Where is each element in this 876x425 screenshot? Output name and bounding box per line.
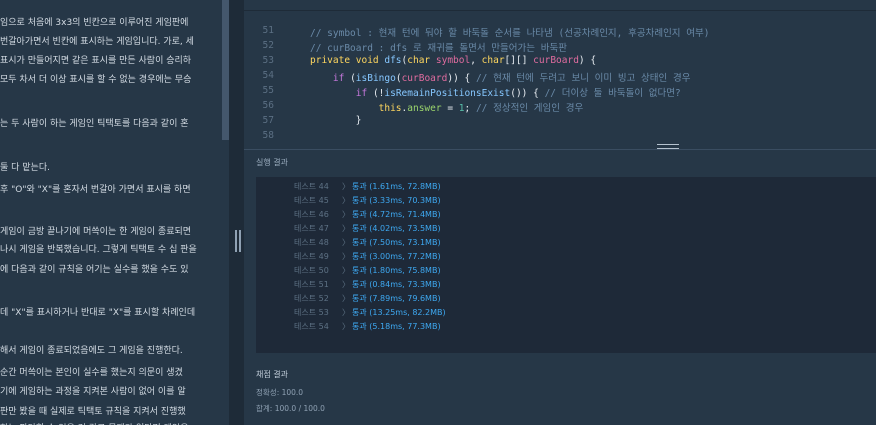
line-number: 56 (262, 100, 274, 111)
problem-text-line: 나시 게임을 반복했습니다. 그렇게 틱택토 수 십 판을 (0, 245, 197, 255)
test-result: 통과 (13.25ms, 82.2MB) (352, 308, 446, 317)
separator-icon: 〉 (342, 224, 350, 233)
test-result: 통과 (7.50ms, 73.1MB) (352, 238, 441, 247)
panel-divider[interactable] (229, 0, 244, 425)
problem-text-line: 게임이 금방 끝나기에 머쓱이는 한 게임이 종료되면 (0, 227, 192, 237)
test-name: 테스트 44 (294, 182, 329, 191)
test-result: 통과 (4.72ms, 71.4MB) (352, 210, 441, 219)
test-name: 테스트 49 (294, 252, 329, 261)
result-header: 실행 결과 (244, 149, 876, 178)
test-result: 통과 (5.18ms, 77.3MB) (352, 322, 441, 331)
code-text: // symbol : 현재 턴에 둬야 할 바둑돌 순서를 나타냄 (선공차례… (310, 28, 710, 39)
test-result: 통과 (1.80ms, 75.8MB) (352, 266, 441, 275)
problem-text-line: 해서 게임이 종료되었음에도 그 게임을 진행한다. (0, 346, 183, 356)
separator-icon: 〉 (342, 182, 350, 191)
test-name: 테스트 45 (294, 196, 329, 205)
test-results-list: 테스트 44 〉 통과 (1.61ms, 72.8MB) 테스트 45 〉 통과 (3.3… (256, 177, 876, 353)
problem-text-line: 둘 다 맡는다. (0, 163, 50, 173)
problem-text-line: 번갈아가면서 빈칸에 표시하는 게임입니다. 가로, 세 (0, 37, 194, 47)
grading-result: 채점 결과 정확성: 100.0 합계: 100.0 / 100.0 (244, 353, 876, 425)
code-text: } (310, 115, 362, 126)
problem-text-line: 판만 봤을 때 실제로 틱택토 규칙을 지켜서 진행했 (0, 407, 186, 417)
line-number: 54 (262, 70, 274, 81)
test-name: 테스트 48 (294, 238, 329, 247)
test-result: 통과 (4.02ms, 73.5MB) (352, 224, 441, 233)
result-title: 실행 결과 (256, 158, 288, 167)
test-result: 통과 (3.00ms, 77.2MB) (352, 252, 441, 261)
separator-icon: 〉 (342, 322, 350, 331)
code-text: this.answer = 1; // 정상적인 게임인 경우 (378, 103, 584, 114)
test-name: 테스트 47 (294, 224, 329, 233)
editor-top-border (244, 10, 876, 11)
grading-title: 채점 결과 (256, 370, 288, 379)
test-name: 테스트 46 (294, 210, 329, 219)
test-result: 통과 (3.33ms, 70.3MB) (352, 196, 441, 205)
line-number: 51 (262, 25, 274, 36)
separator-icon: 〉 (342, 266, 350, 275)
separator-icon: 〉 (342, 294, 350, 303)
test-name: 테스트 54 (294, 322, 329, 331)
line-number: 53 (262, 55, 274, 66)
problem-scrollbar[interactable] (222, 0, 229, 140)
test-name: 테스트 53 (294, 308, 329, 317)
line-number: 57 (262, 115, 274, 126)
separator-icon: 〉 (342, 210, 350, 219)
line-number: 55 (262, 85, 274, 96)
problem-text-line: 표시가 만들어지면 같은 표시를 만든 사람이 승리하 (0, 56, 192, 66)
code-editor[interactable]: 51 // symbol : 현재 턴에 둬야 할 바둑돌 순서를 나타냄 (선공… (244, 0, 876, 143)
problem-text-line: 는 두 사람이 하는 게임인 틱택토를 다음과 같이 혼 (0, 119, 189, 129)
separator-icon: 〉 (342, 238, 350, 247)
problem-text-line: 하는 판단할 수 있을 것 같고 문제가 없다면 게임을 (0, 421, 229, 425)
problem-text-line: 기에 게임하는 과정을 지켜본 사람이 없어 이를 알 (0, 387, 186, 397)
test-name: 테스트 51 (294, 280, 329, 289)
line-number: 58 (262, 130, 274, 141)
grading-total: 합계: 100.0 / 100.0 (256, 404, 325, 413)
separator-icon: 〉 (342, 280, 350, 289)
problem-text-line: 임으로 처음에 3x3의 빈칸으로 이루어진 게임판에 (0, 18, 189, 28)
code-text: if (!isRemainPositionsExist()) { // 더이상 … (355, 88, 681, 99)
problem-text-line: 에 다음과 같이 규칙을 어기는 실수를 했을 수도 있 (0, 265, 189, 275)
separator-icon: 〉 (342, 196, 350, 205)
test-name: 테스트 52 (294, 294, 329, 303)
code-text: if (isBingo(curBoard)) { // 현재 턴에 두려고 보니… (332, 73, 691, 84)
grading-accuracy: 정확성: 100.0 (256, 388, 304, 397)
problem-text-line: 데 "X"를 표시하거나 반대로 "X"를 표시할 차례인데 (0, 308, 196, 318)
problem-text-line: 모두 차서 더 이상 표시를 할 수 없는 경우에는 무승 (0, 75, 192, 85)
line-number: 52 (262, 40, 274, 51)
test-result: 통과 (0.84ms, 73.3MB) (352, 280, 441, 289)
divider-grip-icon[interactable] (235, 230, 241, 252)
code-text: // curBoard : dfs 로 재귀를 돌면서 만들어가는 바둑판 (310, 43, 567, 54)
test-name: 테스트 50 (294, 266, 329, 275)
problem-description-panel: 임으로 처음에 3x3의 빈칸으로 이루어진 게임판에번갈아가면서 빈칸에 표시… (0, 0, 229, 425)
test-result: 통과 (7.89ms, 79.6MB) (352, 294, 441, 303)
problem-text-line: 순간 머쓱이는 본인이 실수를 했는지 의문이 생겼 (0, 368, 183, 378)
code-text: private void dfs(char symbol, char[][] c… (310, 55, 597, 66)
problem-text-line: 후 "O"와 "X"를 혼자서 번갈아 가면서 표시를 하면 (0, 185, 191, 195)
test-result: 통과 (1.61ms, 72.8MB) (352, 182, 441, 191)
separator-icon: 〉 (342, 308, 350, 317)
separator-icon: 〉 (342, 252, 350, 261)
